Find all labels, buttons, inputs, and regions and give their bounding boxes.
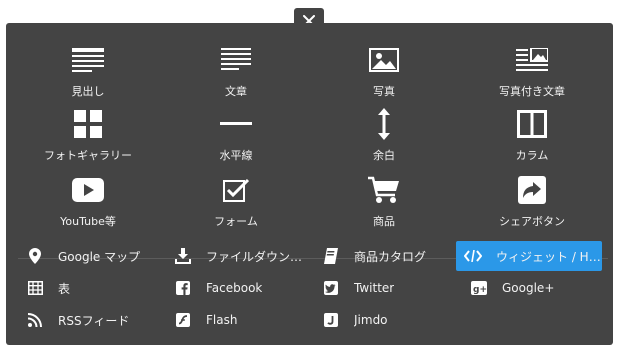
item-flash[interactable]: Flash xyxy=(166,305,312,335)
item-google-maps[interactable]: Google マップ xyxy=(18,241,164,271)
twitter-icon xyxy=(322,279,340,297)
tile-label: 余白 xyxy=(373,149,395,162)
item-label: Jimdo xyxy=(354,313,388,327)
tile-share[interactable]: シェアボタン xyxy=(462,173,602,233)
tile-spacing[interactable]: 余白 xyxy=(314,107,454,167)
item-label: Google マップ xyxy=(58,249,141,264)
item-label: ウィジェット / HTML xyxy=(496,249,602,264)
share-icon xyxy=(515,173,549,207)
gallery-icon xyxy=(71,107,105,141)
tile-label: YouTube等 xyxy=(60,215,116,228)
item-label: Twitter xyxy=(354,281,395,295)
column-icon xyxy=(515,107,549,141)
photo-text-icon xyxy=(515,43,549,77)
facebook-icon xyxy=(174,279,192,297)
tile-label: 写真付き文章 xyxy=(499,85,565,98)
tile-label: 文章 xyxy=(225,85,247,98)
tile-label: フォーム xyxy=(214,215,258,228)
map-pin-icon xyxy=(26,247,44,265)
tile-product[interactable]: 商品 xyxy=(314,173,454,233)
tile-photo[interactable]: 写真 xyxy=(314,43,454,103)
item-label: Google+ xyxy=(502,281,555,295)
item-widget-html[interactable]: ウィジェット / HTML xyxy=(456,241,602,271)
tile-label: フォトギャラリー xyxy=(44,149,132,162)
code-icon xyxy=(464,247,482,265)
item-file-download[interactable]: ファイルダウンロード xyxy=(166,241,312,271)
tile-label: 見出し xyxy=(71,85,105,98)
add-element-panel: 見出し 文章 写真 写真付き文章 フォトギャラリー 水平線 余白 カラム You… xyxy=(6,23,613,345)
horizontal-line-icon xyxy=(219,107,253,141)
form-checkbox-icon xyxy=(219,173,253,207)
tile-youtube[interactable]: YouTube等 xyxy=(18,173,158,233)
item-jimdo[interactable]: Jimdo xyxy=(314,305,460,335)
item-rss-feed[interactable]: RSSフィード xyxy=(18,305,164,335)
tile-label: 写真 xyxy=(373,85,395,98)
item-google-plus[interactable]: g+ Google+ xyxy=(462,273,608,303)
spacing-icon xyxy=(367,107,401,141)
tile-text[interactable]: 文章 xyxy=(166,43,306,103)
tile-label: シェアボタン xyxy=(499,215,565,228)
tile-column[interactable]: カラム xyxy=(462,107,602,167)
text-icon xyxy=(219,43,253,77)
item-label: Flash xyxy=(206,313,238,327)
item-facebook[interactable]: Facebook xyxy=(166,273,312,303)
flash-icon xyxy=(174,311,192,329)
item-label: Facebook xyxy=(206,281,263,295)
tile-photo-text[interactable]: 写真付き文章 xyxy=(462,43,602,103)
tile-gallery[interactable]: フォトギャラリー xyxy=(18,107,158,167)
catalog-icon xyxy=(322,247,340,265)
video-play-icon xyxy=(71,173,105,207)
svg-text:g+: g+ xyxy=(473,285,487,295)
jimdo-icon xyxy=(322,311,340,329)
tile-label: 商品 xyxy=(373,215,395,228)
item-table[interactable]: 表 xyxy=(18,273,164,303)
heading-icon xyxy=(71,43,105,77)
table-icon xyxy=(26,279,44,297)
photo-icon xyxy=(367,43,401,77)
tile-label: 水平線 xyxy=(219,149,253,162)
tile-horizontal-line[interactable]: 水平線 xyxy=(166,107,306,167)
item-product-catalog[interactable]: 商品カタログ xyxy=(314,241,460,271)
tile-form[interactable]: フォーム xyxy=(166,173,306,233)
item-label: 商品カタログ xyxy=(354,249,427,264)
google-plus-icon: g+ xyxy=(470,279,488,297)
download-icon xyxy=(174,247,192,265)
item-label: ファイルダウンロード xyxy=(206,249,312,264)
item-twitter[interactable]: Twitter xyxy=(314,273,460,303)
tile-label: カラム xyxy=(515,149,549,162)
rss-icon xyxy=(26,311,44,329)
item-label: 表 xyxy=(58,281,71,296)
item-label: RSSフィード xyxy=(58,313,130,328)
shopping-cart-icon xyxy=(367,173,401,207)
tile-heading[interactable]: 見出し xyxy=(18,43,158,103)
